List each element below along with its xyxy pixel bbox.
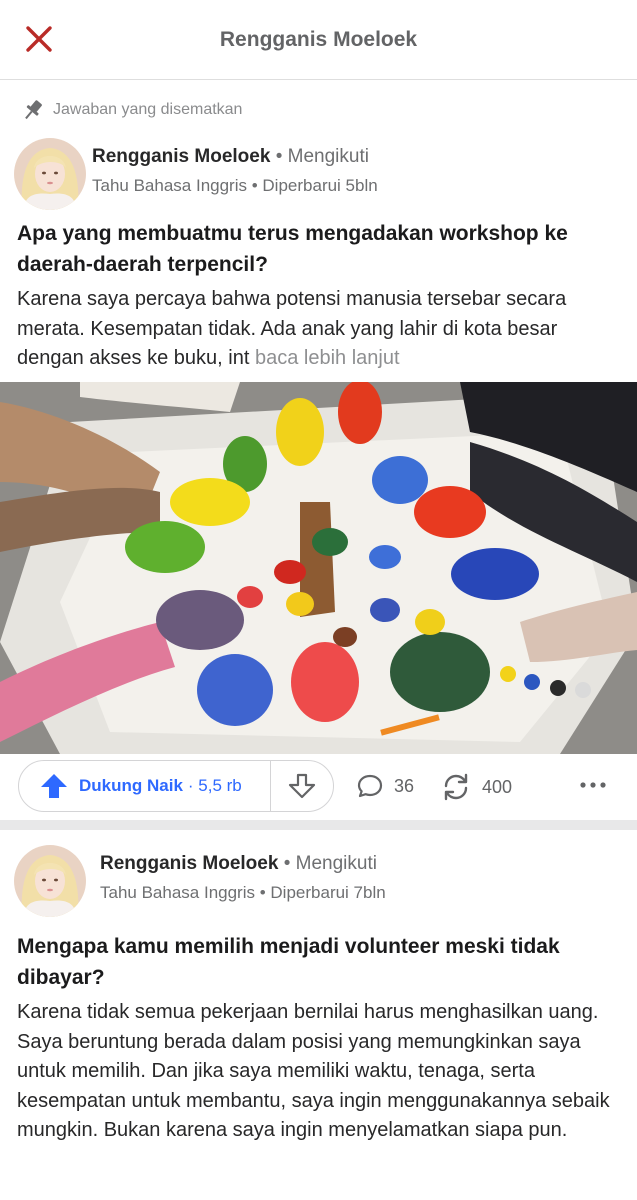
updated-time: • Diperbarui 5bln <box>251 176 378 195</box>
answer-text[interactable]: Karena saya percaya bahwa potensi manusi… <box>17 285 629 374</box>
reshare-icon <box>444 773 468 801</box>
author-credential[interactable]: Tahu Bahasa Inggris <box>100 883 255 902</box>
upvote-arrow-icon <box>41 774 67 798</box>
more-options-button[interactable] <box>578 770 608 800</box>
author-name[interactable]: Rengganis Moeloek <box>100 853 278 874</box>
author-credential[interactable]: Tahu Bahasa Inggris <box>92 176 247 195</box>
updated-time: • Diperbarui 7bln <box>259 883 386 902</box>
downvote-button[interactable] <box>271 761 333 811</box>
action-bar: Dukung Naik · 5,5 rb 36 400 <box>0 756 637 818</box>
follow-status[interactable]: • Mengikuti <box>284 853 377 874</box>
avatar[interactable] <box>14 845 86 917</box>
comment-button[interactable]: 36 <box>356 772 414 800</box>
post-header: Rengganis Moeloek • Mengikuti Tahu Bahas… <box>14 845 386 917</box>
top-bar: Rengganis Moeloek <box>0 0 637 80</box>
follow-status[interactable]: • Mengikuti <box>276 146 369 167</box>
pinned-answer-label: Jawaban yang disematkan <box>20 98 242 122</box>
feed-divider <box>0 820 637 830</box>
downvote-arrow-icon <box>288 773 316 799</box>
post-header: Rengganis Moeloek • Mengikuti Tahu Bahas… <box>14 138 378 210</box>
answer-text[interactable]: Karena tidak semua pekerjaan bernilai ha… <box>17 998 629 1146</box>
question-title[interactable]: Apa yang membuatmu terus mengadakan work… <box>17 218 617 280</box>
read-more-link[interactable]: baca lebih lanjut <box>255 347 400 369</box>
upvote-label: Dukung Naik <box>79 776 183 795</box>
author-name[interactable]: Rengganis Moeloek <box>92 146 270 167</box>
comment-count: 36 <box>394 775 415 796</box>
page-title: Rengganis Moeloek <box>219 28 418 51</box>
comment-icon <box>357 774 383 798</box>
share-count: 400 <box>482 776 513 797</box>
pin-icon <box>25 100 42 120</box>
answer-photo[interactable] <box>0 382 637 754</box>
question-title[interactable]: Mengapa kamu memilih menjadi volunteer m… <box>17 931 617 993</box>
upvote-count: · 5,5 rb <box>187 776 242 795</box>
upvote-button[interactable]: Dukung Naik · 5,5 rb <box>19 761 271 811</box>
avatar[interactable] <box>14 138 86 210</box>
vote-group: Dukung Naik · 5,5 rb <box>18 760 334 812</box>
pinned-text: Jawaban yang disematkan <box>53 101 243 118</box>
more-dots-icon <box>580 782 606 788</box>
share-button[interactable]: 400 <box>440 772 512 802</box>
